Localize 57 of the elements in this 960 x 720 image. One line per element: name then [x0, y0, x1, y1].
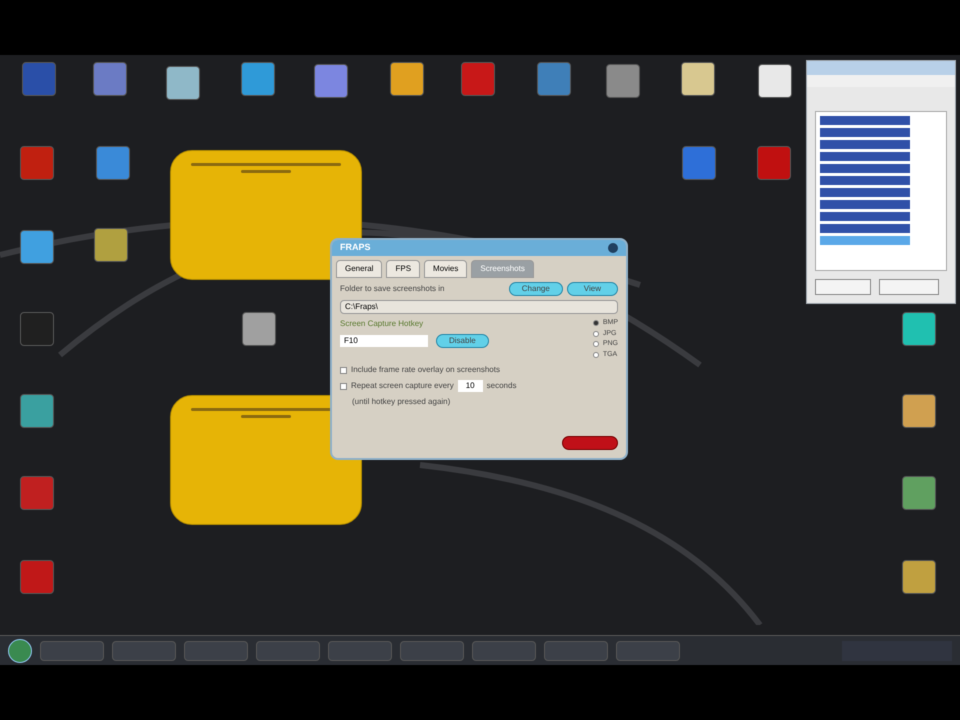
- window-title: FRAPS: [340, 241, 371, 254]
- taskbar-button[interactable]: [256, 640, 320, 660]
- desktop-shortcut-icon[interactable]: [390, 62, 424, 96]
- format-radio[interactable]: [592, 352, 599, 358]
- option-label: Repeat screen capture every: [351, 380, 454, 392]
- desktop-shortcut-icon[interactable]: [20, 230, 54, 264]
- view-button[interactable]: View: [566, 282, 618, 296]
- list-item-icon[interactable]: [820, 128, 910, 137]
- seconds-label: seconds: [486, 380, 516, 392]
- start-orb-icon[interactable]: [8, 638, 32, 662]
- taskbar-button[interactable]: [472, 640, 536, 660]
- list-item-icon[interactable]: [820, 176, 910, 185]
- list-item-icon[interactable]: [820, 152, 910, 161]
- desktop-shortcut-icon[interactable]: [166, 66, 200, 100]
- list-item-icon[interactable]: [820, 116, 910, 125]
- close-icon[interactable]: [608, 243, 618, 253]
- folder-label: Folder to save screenshots in: [340, 283, 444, 295]
- desktop-shortcut-icon[interactable]: [758, 64, 792, 98]
- list-item-icon[interactable]: [820, 224, 910, 233]
- exit-button[interactable]: [562, 436, 618, 450]
- taskbar-button[interactable]: [184, 640, 248, 660]
- taskbar-button[interactable]: [112, 640, 176, 660]
- list-item-icon[interactable]: [820, 140, 910, 149]
- list-item-icon[interactable]: [820, 188, 910, 197]
- desktop-shortcut-icon[interactable]: [902, 560, 936, 594]
- checkbox[interactable]: [340, 366, 347, 374]
- list-item-icon[interactable]: [820, 164, 910, 173]
- taskbar-button[interactable]: [328, 640, 392, 660]
- tab[interactable]: General: [336, 260, 382, 278]
- format-radio[interactable]: [592, 330, 599, 337]
- taskbar-button[interactable]: [400, 640, 464, 660]
- desktop-shortcut-icon[interactable]: [902, 394, 936, 428]
- list-item-icon[interactable]: [820, 212, 910, 221]
- change-button[interactable]: Change: [508, 282, 563, 296]
- desktop-shortcut-icon[interactable]: [902, 312, 936, 346]
- option-label: Include frame rate overlay on screenshots: [351, 364, 500, 376]
- checkbox[interactable]: [340, 382, 347, 390]
- hotkey-label: Screen Capture Hotkey: [340, 318, 424, 330]
- list-item-icon[interactable]: [820, 200, 910, 209]
- taskbar-button[interactable]: [40, 640, 104, 660]
- panel-button[interactable]: [815, 279, 871, 295]
- format-radio[interactable]: [592, 341, 599, 348]
- format-radio[interactable]: [592, 320, 599, 326]
- desktop-shortcut-icon[interactable]: [242, 312, 276, 346]
- tab[interactable]: FPS: [386, 260, 420, 278]
- taskbar-button[interactable]: [544, 640, 608, 660]
- seconds-field[interactable]: 10: [458, 380, 483, 392]
- list-item-icon[interactable]: [820, 236, 910, 245]
- repeat-note: (until hotkey pressed again): [351, 396, 452, 408]
- disable-button[interactable]: Disable: [436, 334, 489, 348]
- desktop-shortcut-icon[interactable]: [94, 228, 128, 262]
- folder-path-field[interactable]: C:\Fraps\: [340, 300, 618, 314]
- desktop-shortcut-icon[interactable]: [681, 62, 715, 96]
- taskbar-button[interactable]: [616, 640, 680, 660]
- hotkey-field[interactable]: F10: [340, 335, 428, 347]
- tab[interactable]: Movies: [424, 260, 468, 278]
- panel-button[interactable]: [879, 279, 939, 295]
